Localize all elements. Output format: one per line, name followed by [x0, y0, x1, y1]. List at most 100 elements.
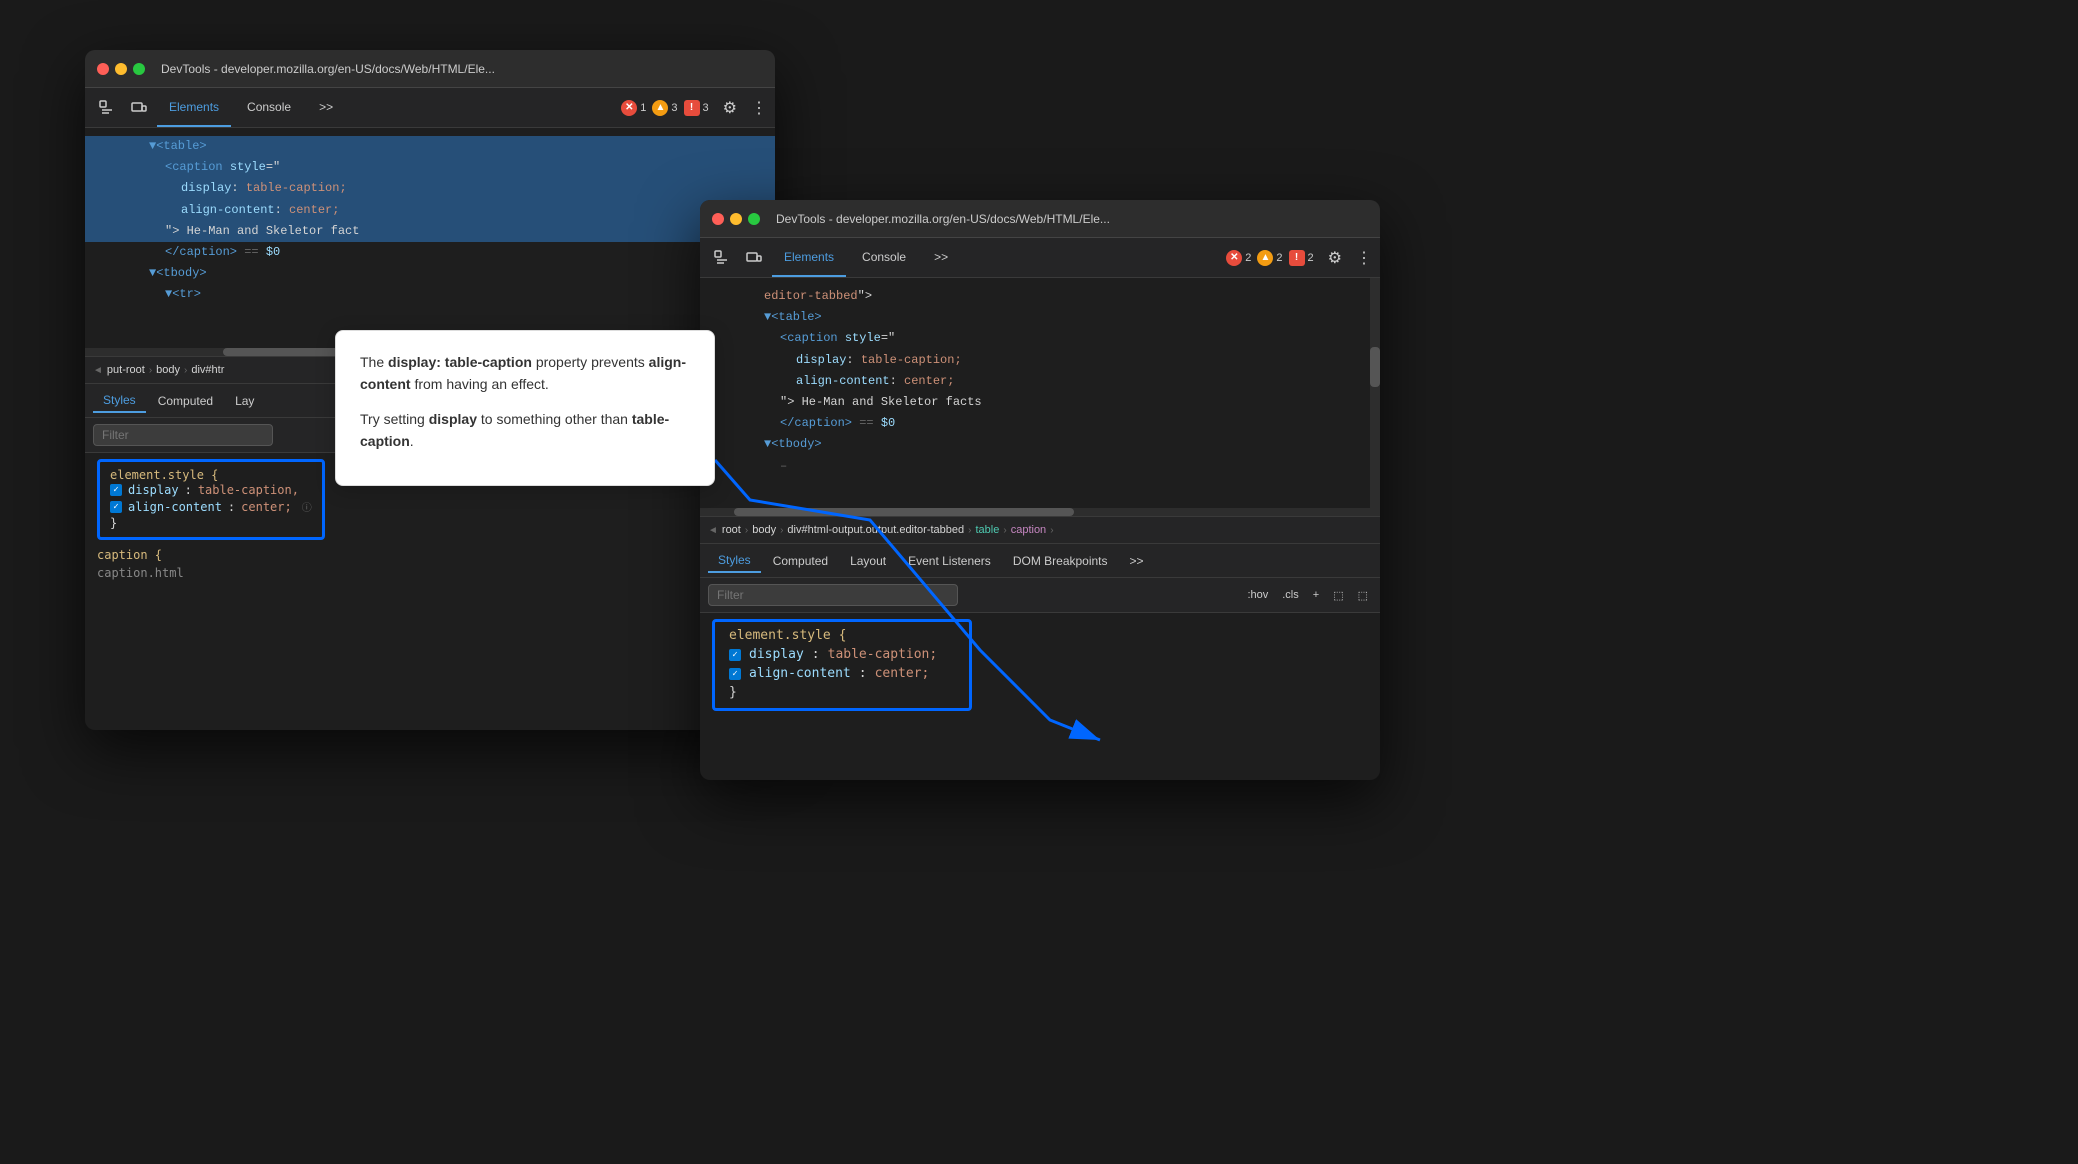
tab-more-2[interactable]: >>	[922, 238, 960, 277]
breadcrumb-caption-2[interactable]: caption	[1011, 524, 1046, 536]
responsive-icon[interactable]	[125, 94, 153, 122]
icon-btn-2[interactable]: ⬚	[1354, 587, 1372, 604]
code-line-caption-open[interactable]: <caption style="	[85, 157, 775, 178]
error-badge-1: ✕ 1	[621, 100, 646, 116]
tab-styles-2[interactable]: Styles	[708, 549, 761, 573]
icon-btn-1[interactable]: ⬚	[1329, 587, 1347, 604]
css-prop-line-display-1: display: table-caption,	[110, 482, 312, 498]
responsive-icon-2[interactable]	[740, 244, 768, 272]
minimize-button-2[interactable]	[730, 213, 742, 225]
title-bar-2: DevTools - developer.mozilla.org/en-US/d…	[700, 200, 1380, 238]
css-prop-line-align-2: align-content: center;	[729, 664, 955, 683]
code-line-caption-close[interactable]: </caption> == $0	[85, 242, 775, 263]
breadcrumb-div-2[interactable]: div#html-output.output.editor-tabbed	[787, 524, 964, 536]
maximize-button-2[interactable]	[748, 213, 760, 225]
error-icon-1: ✕	[621, 100, 637, 116]
code-line-table-2[interactable]: ▼<table>	[700, 307, 1380, 328]
code-line-caption-text-2[interactable]: "> He-Man and Skeletor facts	[700, 392, 1380, 413]
warn-badge-2: ▲ 2	[1257, 250, 1282, 266]
code-line-table[interactable]: ▼<table>	[85, 136, 775, 157]
close-button-2[interactable]	[712, 213, 724, 225]
close-button-1[interactable]	[97, 63, 109, 75]
code-line-caption-close-2[interactable]: </caption> == $0	[700, 413, 1380, 434]
checkbox-display-2[interactable]	[729, 649, 741, 661]
filter-input-2[interactable]	[708, 584, 958, 606]
more-options-icon-2[interactable]: ⋮	[1356, 248, 1372, 268]
code-line-display[interactable]: display: table-caption;	[85, 178, 775, 199]
traffic-lights-1	[97, 63, 145, 75]
code-line-dash[interactable]: –	[700, 456, 1380, 477]
info-badge-2: ! 2	[1289, 250, 1314, 266]
caption-rule-label-1: caption {	[85, 546, 775, 564]
badge-group-2: ✕ 2 ▲ 2 ! 2 ⚙ ⋮	[1226, 248, 1372, 268]
filter-input-1[interactable]	[93, 424, 273, 446]
code-panel-2: editor-tabbed"> ▼<table> <caption style=…	[700, 278, 1380, 508]
tab-layout-2[interactable]: Layout	[840, 550, 896, 572]
inspect-icon-2[interactable]	[708, 244, 736, 272]
code-line-tbody[interactable]: ▼<tbody>	[85, 263, 775, 284]
code-line-align[interactable]: align-content: center;	[85, 200, 775, 221]
code-line-tbody-2[interactable]: ▼<tbody>	[700, 434, 1380, 455]
info-icon-2: !	[1289, 250, 1305, 266]
checkbox-align-1[interactable]	[110, 501, 122, 513]
tab-console-2[interactable]: Console	[850, 238, 918, 277]
more-options-icon-1[interactable]: ⋮	[751, 98, 767, 118]
breadcrumb-root[interactable]: root	[722, 524, 741, 536]
tab-console-1[interactable]: Console	[235, 88, 303, 127]
hov-button[interactable]: :hov	[1243, 587, 1272, 604]
element-style-close-1: }	[110, 515, 312, 531]
hint-bold-3: display	[429, 411, 477, 427]
tab-elements-2[interactable]: Elements	[772, 238, 846, 277]
code-line-caption-open-2[interactable]: <caption style="	[700, 328, 1380, 349]
info-icon-1: !	[684, 100, 700, 116]
vertical-scrollbar-2[interactable]	[1370, 278, 1380, 508]
breadcrumb-back-1[interactable]: ◄	[93, 365, 103, 376]
checkbox-display-1[interactable]	[110, 484, 122, 496]
tab-layout-1[interactable]: Lay	[225, 390, 264, 412]
breadcrumb-body-2[interactable]: body	[752, 524, 776, 536]
caption-rule-label-2: caption.html	[85, 564, 775, 582]
minimize-button-1[interactable]	[115, 63, 127, 75]
style-tabs-2: Styles Computed Layout Event Listeners D…	[700, 544, 1380, 578]
plus-button[interactable]: +	[1309, 587, 1323, 604]
title-bar-1: DevTools - developer.mozilla.org/en-US/d…	[85, 50, 775, 88]
window-title-2: DevTools - developer.mozilla.org/en-US/d…	[776, 212, 1368, 226]
tab-computed-2[interactable]: Computed	[763, 550, 838, 572]
breadcrumb-putroot[interactable]: put-root	[107, 364, 145, 376]
toolbar-1: Elements Console >> ✕ 1 ▲ 3 ! 3 ⚙ ⋮	[85, 88, 775, 128]
tab-computed-1[interactable]: Computed	[148, 390, 223, 412]
checkbox-align-2[interactable]	[729, 668, 741, 680]
filter-buttons-2: :hov .cls + ⬚ ⬚	[1243, 587, 1372, 604]
css-prop-line-display-2: display: table-caption;	[729, 645, 955, 664]
maximize-button-1[interactable]	[133, 63, 145, 75]
code-line-editor-tabbed[interactable]: editor-tabbed">	[700, 286, 1380, 307]
settings-icon-1[interactable]: ⚙	[723, 98, 737, 118]
element-style-box-2: element.style { display: table-caption; …	[712, 619, 972, 711]
window-title-1: DevTools - developer.mozilla.org/en-US/d…	[161, 62, 763, 76]
tab-more-1[interactable]: >>	[307, 88, 345, 127]
code-line-caption-text[interactable]: "> He-Man and Skeletor fact	[85, 221, 775, 242]
css-prop-line-align-1: align-content: center; ⓘ	[110, 498, 312, 515]
breadcrumb-div[interactable]: div#htr	[191, 364, 224, 376]
cls-button[interactable]: .cls	[1278, 587, 1303, 604]
element-style-selector-2: element.style {	[729, 628, 955, 643]
tab-elements-1[interactable]: Elements	[157, 88, 231, 127]
breadcrumb-back-2[interactable]: ◄	[708, 525, 718, 536]
inspect-icon[interactable]	[93, 94, 121, 122]
code-line-align-2[interactable]: align-content: center;	[700, 371, 1380, 392]
breadcrumb-table-2[interactable]: table	[976, 524, 1000, 536]
hint-bold-1: display: table-caption	[388, 354, 532, 370]
tab-event-listeners-2[interactable]: Event Listeners	[898, 550, 1001, 572]
warn-icon-1: ▲	[652, 100, 668, 116]
horizontal-scrollbar-2[interactable]	[700, 508, 1380, 516]
settings-icon-2[interactable]: ⚙	[1328, 248, 1342, 268]
toolbar-2: Elements Console >> ✕ 2 ▲ 2 ! 2 ⚙ ⋮	[700, 238, 1380, 278]
hint-text-1: The display: table-caption property prev…	[360, 351, 690, 396]
tab-more-2b[interactable]: >>	[1120, 550, 1154, 572]
tab-styles-1[interactable]: Styles	[93, 389, 146, 413]
tab-dom-breakpoints-2[interactable]: DOM Breakpoints	[1003, 550, 1118, 572]
devtools-window-2: DevTools - developer.mozilla.org/en-US/d…	[700, 200, 1380, 780]
code-line-display-2[interactable]: display: table-caption;	[700, 350, 1380, 371]
breadcrumb-body[interactable]: body	[156, 364, 180, 376]
code-line-tr[interactable]: ▼<tr>	[85, 284, 775, 305]
